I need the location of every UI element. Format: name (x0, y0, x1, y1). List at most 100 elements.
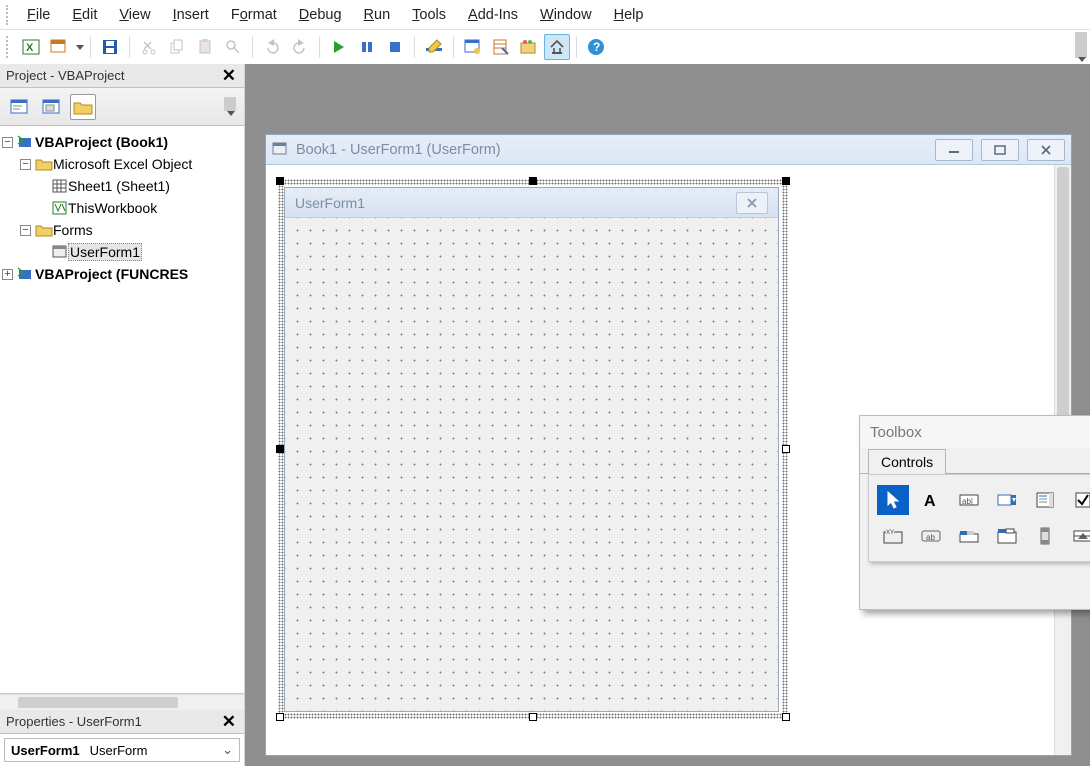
tree-thisworkbook[interactable]: ThisWorkbook (68, 200, 157, 216)
toolbox-window[interactable]: Toolbox × Controls A ab| XY ab (859, 415, 1090, 610)
vba-project-icon (17, 134, 35, 150)
project-panel-title: Project - VBAProject (6, 68, 125, 83)
ctl-pointer[interactable] (877, 485, 909, 515)
ctl-checkbox[interactable] (1067, 485, 1090, 515)
userform-titlebar: UserForm1 (285, 188, 778, 218)
ctl-scrollbar[interactable] (1029, 521, 1061, 551)
userform-canvas[interactable]: UserForm1 (284, 187, 779, 712)
tree-sheet1[interactable]: Sheet1 (Sheet1) (68, 178, 170, 194)
view-object-button[interactable] (38, 94, 64, 120)
ctl-multipage[interactable] (991, 521, 1023, 551)
menu-bar: File Edit View Insert Format Debug Run T… (0, 0, 1090, 30)
toolbox-tab-controls[interactable]: Controls (868, 449, 946, 474)
userform-close-button[interactable] (736, 192, 768, 214)
help-button[interactable]: ? (583, 34, 609, 60)
menu-debug[interactable]: Debug (290, 3, 351, 27)
menu-grip (6, 5, 10, 25)
project-hscrollbar[interactable] (0, 694, 244, 710)
view-excel-button[interactable]: X (18, 34, 44, 60)
ctl-combobox[interactable] (991, 485, 1023, 515)
menu-insert[interactable]: Insert (164, 3, 218, 27)
designer-close-button[interactable] (1027, 139, 1065, 161)
chevron-down-icon: ⌄ (216, 742, 239, 758)
ctl-listbox[interactable] (1029, 485, 1061, 515)
ctl-frame[interactable]: XY (877, 521, 909, 551)
undo-button[interactable] (259, 34, 285, 60)
designer-minimize-button[interactable] (935, 139, 973, 161)
tree-userform1[interactable]: UserForm1 (68, 243, 142, 261)
project-panel-header: Project - VBAProject ✕ (0, 64, 244, 88)
menu-window[interactable]: Window (531, 3, 601, 27)
menu-tools[interactable]: Tools (403, 3, 455, 27)
project-tree[interactable]: − VBAProject (Book1) − Microsoft Excel O… (0, 126, 244, 694)
project-toolbar-overflow[interactable] (222, 92, 238, 122)
svg-text:XY: XY (886, 530, 894, 536)
main-area: Project - VBAProject ✕ − VBAProject (Boo… (0, 64, 1090, 766)
ctl-label[interactable]: A (915, 485, 947, 515)
vba-project-icon (17, 266, 35, 282)
run-button[interactable] (326, 34, 352, 60)
standard-toolbar: X ? (0, 30, 1090, 64)
tree-vbaproject-book1[interactable]: VBAProject (Book1) (35, 134, 168, 150)
workbook-icon (52, 201, 68, 215)
toolbar-overflow[interactable] (1074, 30, 1088, 64)
menu-file[interactable]: File (18, 3, 59, 27)
redo-button[interactable] (287, 34, 313, 60)
toolbox-title: Toolbox (870, 424, 922, 441)
toolbox-button[interactable] (544, 34, 570, 60)
paste-button[interactable] (192, 34, 218, 60)
mdi-area: Book1 - UserForm1 (UserForm) (245, 64, 1090, 766)
designer-titlebar[interactable]: Book1 - UserForm1 (UserForm) (266, 135, 1071, 165)
toolbox-tabs: Controls (860, 448, 1090, 474)
insert-dropdown-icon[interactable] (76, 45, 84, 50)
toggle-folders-button[interactable] (70, 94, 96, 120)
menu-edit[interactable]: Edit (63, 3, 106, 27)
copy-button[interactable] (164, 34, 190, 60)
tree-excel-objects[interactable]: Microsoft Excel Object (53, 156, 192, 172)
insert-userform-button[interactable] (46, 34, 72, 60)
userform-design-surface[interactable] (285, 218, 778, 711)
ctl-commandbutton[interactable]: ab (915, 521, 947, 551)
svg-text:?: ? (593, 40, 600, 54)
tree-vbaproject-funcres[interactable]: VBAProject (FUNCRES (35, 266, 188, 282)
svg-text:A: A (924, 493, 936, 509)
properties-panel-title: Properties - UserForm1 (6, 714, 142, 729)
userform-caption: UserForm1 (295, 195, 365, 211)
menu-format[interactable]: Format (222, 3, 286, 27)
ctl-textbox[interactable]: ab| (953, 485, 985, 515)
reset-button[interactable] (382, 34, 408, 60)
project-panel-toolbar (0, 88, 244, 126)
break-button[interactable] (354, 34, 380, 60)
properties-panel-close[interactable]: ✕ (218, 712, 240, 732)
project-panel-close[interactable]: ✕ (218, 66, 240, 86)
left-pane: Project - VBAProject ✕ − VBAProject (Boo… (0, 64, 245, 766)
properties-window-button[interactable] (488, 34, 514, 60)
menu-addins[interactable]: Add-Ins (459, 3, 527, 27)
svg-text:ab|: ab| (962, 497, 973, 506)
toolbox-header[interactable]: Toolbox × (860, 416, 1090, 448)
worksheet-icon (52, 179, 68, 193)
properties-object-type: UserForm (86, 743, 148, 758)
menu-help[interactable]: Help (605, 3, 653, 27)
tree-forms-folder[interactable]: Forms (53, 222, 93, 238)
folder-icon (35, 157, 53, 171)
properties-object-select[interactable]: UserForm1 UserForm ⌄ (4, 738, 240, 762)
project-explorer-button[interactable] (460, 34, 486, 60)
object-browser-button[interactable] (516, 34, 542, 60)
form-icon (272, 142, 288, 158)
menu-run[interactable]: Run (355, 3, 400, 27)
ctl-tabstrip[interactable] (953, 521, 985, 551)
properties-panel-header: Properties - UserForm1 ✕ (0, 710, 244, 734)
designer-maximize-button[interactable] (981, 139, 1019, 161)
save-button[interactable] (97, 34, 123, 60)
folder-icon (35, 223, 53, 237)
toolbar-grip (6, 36, 10, 58)
toolbox-controls: A ab| XY ab (868, 474, 1090, 562)
design-mode-button[interactable] (421, 34, 447, 60)
svg-text:X: X (26, 42, 34, 54)
find-button[interactable] (220, 34, 246, 60)
cut-button[interactable] (136, 34, 162, 60)
menu-view[interactable]: View (110, 3, 159, 27)
ctl-spinbutton[interactable] (1067, 521, 1090, 551)
view-code-button[interactable] (6, 94, 32, 120)
